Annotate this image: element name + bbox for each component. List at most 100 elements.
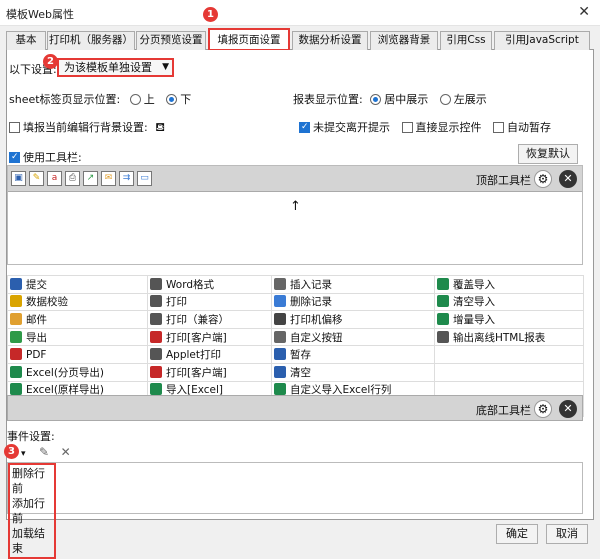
flow-icon[interactable]: ⇉ — [119, 171, 134, 186]
close-icon[interactable]: ✕ — [578, 4, 590, 20]
toolbar-button-cell[interactable]: 插入记录 — [271, 275, 435, 294]
delete-icon[interactable]: ✕ — [61, 445, 71, 459]
toolbar-button-icon — [274, 277, 286, 290]
toolbar-button-cell[interactable]: 提交 — [7, 275, 148, 294]
tab-data-analysis[interactable]: 数据分析设置 — [292, 31, 368, 50]
toolbar-button-icon — [10, 348, 22, 361]
toolbar-button-icon — [274, 330, 286, 343]
toolbar-button-cell[interactable]: Applet打印 — [147, 345, 272, 364]
show-controls-option[interactable]: 直接显示控件 — [401, 121, 482, 134]
top-toolbar-gear-icon[interactable]: ⚙ — [534, 170, 552, 188]
report-position-center-option[interactable]: 居中展示 — [370, 93, 428, 106]
toolbar-button-cell[interactable]: 数据校验 — [7, 292, 148, 312]
toolbar-button-label: 提交 — [26, 278, 47, 291]
tab-browser-bg[interactable]: 浏览器背景 — [370, 31, 438, 50]
excel-icon[interactable]: a — [47, 171, 62, 186]
toolbar-button-icon — [437, 330, 449, 343]
radio-top[interactable] — [129, 94, 141, 105]
tab-printer-server[interactable]: 打印机（服务器） — [47, 31, 135, 50]
sheet-position-row: sheet标签页显示位置: 上 下 — [9, 91, 191, 107]
add-dropdown-icon[interactable]: ▾ — [21, 449, 26, 459]
toggles-row: 未提交离开提示 直接显示控件 自动暂存 — [299, 119, 551, 135]
print-icon[interactable]: ⎙ — [65, 171, 80, 186]
restore-default-button[interactable]: 恢复默认 — [518, 144, 578, 164]
tab-fill-page[interactable]: 填报页面设置 — [208, 28, 290, 51]
toolbar-button-icon — [437, 295, 449, 308]
mail-icon[interactable]: ✉ — [101, 171, 116, 186]
use-toolbar-checkbox[interactable] — [9, 152, 20, 163]
tab-css[interactable]: 引用Css — [440, 31, 492, 50]
toolbar-button-icon — [150, 312, 162, 325]
tab-page-preview[interactable]: 分页预览设置 — [136, 31, 206, 50]
radio-left[interactable] — [439, 94, 451, 105]
toolbar-button-label: 打印[客户端] — [166, 331, 227, 344]
use-toolbar-label: 使用工具栏: — [23, 151, 82, 164]
toolbar-button-cell[interactable]: 自定义按钮 — [271, 327, 435, 347]
toolbar-button-cell[interactable]: Excel(分页导出) — [7, 362, 148, 382]
auto-save-checkbox[interactable] — [493, 122, 504, 133]
toolbar-button-cell — [434, 345, 584, 364]
toolbar-button-label: 自定义按钮 — [290, 331, 343, 344]
toolbar-button-cell[interactable]: Word格式 — [147, 275, 272, 294]
toolbar-button-cell[interactable]: 打印[客户端] — [147, 327, 272, 347]
toolbar-button-label: 删除记录 — [290, 296, 332, 309]
toolbar-button-cell[interactable]: 清空导入 — [434, 292, 584, 312]
bottom-toolbar-gear-icon[interactable]: ⚙ — [534, 400, 552, 418]
sheet-position-bottom-option[interactable]: 下 — [166, 93, 191, 106]
radio-center[interactable] — [370, 94, 382, 105]
toolbar-button-icon — [150, 295, 162, 308]
tab-basic[interactable]: 基本 — [6, 31, 46, 50]
fill-bg-checkbox[interactable] — [9, 122, 20, 133]
toolbar-button-icon — [150, 330, 162, 343]
toolbar-button-label: Excel(分页导出) — [26, 366, 105, 379]
toolbar-button-label: 打印[客户端] — [166, 366, 227, 379]
toolbar-button-cell[interactable]: 清空 — [271, 362, 435, 382]
toolbar-button-cell[interactable]: 打印（兼容） — [147, 310, 272, 329]
toolbar-button-icon — [437, 277, 449, 290]
marker-2: 2 — [43, 54, 58, 69]
tab-bar: 基本 打印机（服务器） 分页预览设置 填报页面设置 数据分析设置 浏览器背景 引… — [6, 28, 594, 51]
toolbar-button-icon — [150, 348, 162, 361]
toolbar-preview-area: ▣ ✎ a ⎙ ↗ ✉ ⇉ ▭ 顶部工具栏 ⚙ ✕ ↑ — [7, 165, 583, 265]
top-toolbar-icons: ▣ ✎ a ⎙ ↗ ✉ ⇉ ▭ — [11, 170, 155, 186]
auto-save-option[interactable]: 自动暂存 — [493, 121, 551, 134]
radio-bottom[interactable] — [166, 94, 178, 105]
save-icon[interactable]: ▣ — [11, 171, 26, 186]
edit-icon[interactable]: ✎ — [29, 171, 44, 186]
toolbar-button-cell[interactable]: 覆盖导入 — [434, 275, 584, 294]
toolbar-button-cell[interactable]: 打印机偏移 — [271, 310, 435, 329]
scope-select[interactable]: 为该模板单独设置 ▼ — [57, 58, 174, 77]
window-icon[interactable]: ▭ — [137, 171, 152, 186]
toolbar-button-cell[interactable]: PDF — [7, 345, 148, 364]
arrow-up-icon: ↑ — [290, 199, 301, 214]
sheet-position-top-option[interactable]: 上 — [129, 93, 155, 106]
toolbar-button-cell[interactable]: 暂存 — [271, 345, 435, 364]
cancel-button[interactable]: 取消 — [546, 524, 588, 544]
pencil-icon[interactable]: ✎ — [39, 445, 49, 459]
bottom-toolbar-remove-icon[interactable]: ✕ — [559, 400, 577, 418]
top-toolbar-label: 顶部工具栏 — [476, 174, 531, 187]
paint-bucket-icon[interactable]: ⛾ — [155, 120, 165, 134]
toolbar-button-cell[interactable]: 打印[客户端] — [147, 362, 272, 382]
toolbar-button-cell[interactable]: 增量导入 — [434, 310, 584, 329]
report-position-left-option[interactable]: 左展示 — [439, 93, 487, 106]
button-grid-row: PDF Applet打印 暂存 — [7, 345, 584, 364]
toolbar-button-cell[interactable]: 输出离线HTML报表 — [434, 327, 584, 347]
tab-javascript[interactable]: 引用JavaScript — [494, 31, 590, 50]
toolbar-button-cell[interactable]: 导出 — [7, 327, 148, 347]
use-toolbar-option[interactable]: 使用工具栏: — [9, 149, 82, 165]
event-item-delete-row-before[interactable]: 删除行前 — [12, 466, 52, 496]
no-submit-leave-checkbox[interactable] — [299, 122, 310, 133]
ok-button[interactable]: 确定 — [496, 524, 538, 544]
show-controls-checkbox[interactable] — [401, 122, 413, 133]
toolbar-button-cell[interactable]: 邮件 — [7, 310, 148, 329]
event-item-load-finished[interactable]: 加载结束 — [12, 526, 52, 556]
export-icon[interactable]: ↗ — [83, 171, 98, 186]
top-toolbar-remove-icon[interactable]: ✕ — [559, 170, 577, 188]
scope-select-value: 为该模板单独设置 — [64, 61, 152, 74]
toolbar-button-cell[interactable]: 删除记录 — [271, 292, 435, 312]
no-submit-leave-option[interactable]: 未提交离开提示 — [299, 121, 390, 134]
chevron-down-icon: ▼ — [162, 62, 169, 72]
toolbar-button-cell[interactable]: 打印 — [147, 292, 272, 312]
event-item-add-row-before[interactable]: 添加行前 — [12, 496, 52, 526]
